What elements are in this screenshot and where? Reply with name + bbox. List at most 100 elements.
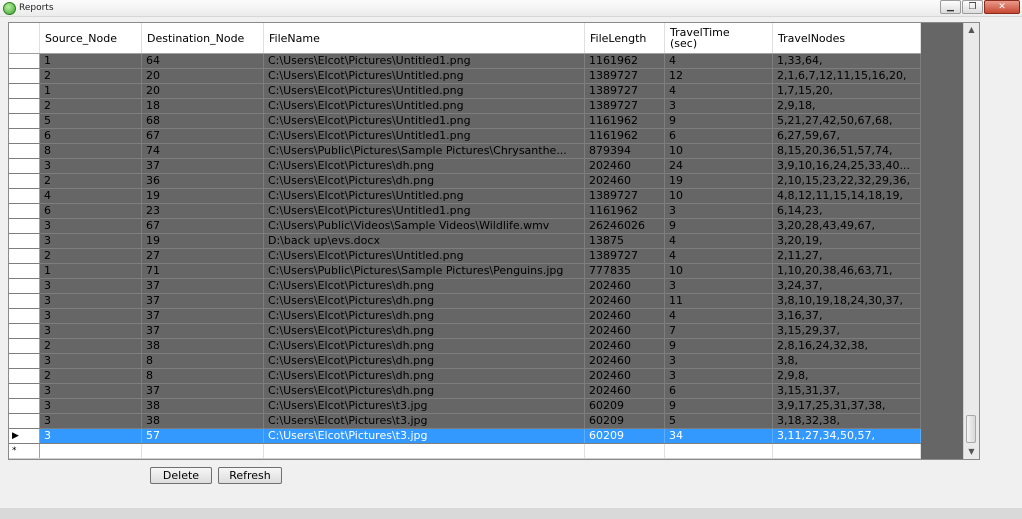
cell-travelnodes[interactable]: 4,8,12,11,15,14,18,19, [773,189,921,203]
cell-filelength[interactable]: 202460 [585,294,665,308]
cell-filename[interactable]: C:\Users\Elcot\Pictures\Untitled1.png [264,54,585,68]
table-row[interactable]: 8 74 C:\Users\Public\Pictures\Sample Pictu… [9,144,921,159]
cell-filelength[interactable]: 202460 [585,354,665,368]
cell-destination-node[interactable]: 20 [142,69,264,83]
row-header[interactable] [9,384,40,398]
cell-traveltime[interactable]: 6 [665,384,773,398]
cell-filename[interactable]: C:\Users\Public\Pictures\Sample Pictures… [264,144,585,158]
cell-source-node[interactable]: 1 [40,84,142,98]
cell-filename[interactable]: C:\Users\Elcot\Pictures\dh.png [264,384,585,398]
new-record-row[interactable]: * [9,444,921,459]
cell-filelength[interactable]: 202460 [585,324,665,338]
table-row[interactable]: 1 71 C:\Users\Public\Pictures\Sample Pictu… [9,264,921,279]
row-header[interactable] [9,144,40,158]
table-row[interactable]: 2 38 C:\Users\Elcot\Pictures\dh.png 202460 9… [9,339,921,354]
table-row[interactable]: 6 67 C:\Users\Elcot\Pictures\Untitled1.png… [9,129,921,144]
cell-traveltime[interactable]: 4 [665,84,773,98]
cell-traveltime[interactable]: 4 [665,249,773,263]
column-header-travelnodes[interactable]: TravelNodes [773,23,921,53]
row-header[interactable] [9,114,40,128]
cell-filelength[interactable]: 60209 [585,399,665,413]
cell-filename[interactable]: D:\back up\evs.docx [264,234,585,248]
cell-source-node[interactable]: 3 [40,384,142,398]
minimize-button[interactable]: ▁ [940,0,961,14]
cell-filename[interactable]: C:\Users\Elcot\Pictures\Untitled.png [264,69,585,83]
cell-traveltime[interactable]: 3 [665,99,773,113]
table-row[interactable]: 5 68 C:\Users\Elcot\Pictures\Untitled1.png… [9,114,921,129]
row-header[interactable] [9,204,40,218]
cell-source-node[interactable]: 4 [40,189,142,203]
cell-filelength[interactable]: 26246026 [585,219,665,233]
table-row[interactable]: 3 19 D:\back up\evs.docx 13875 4 3,20,19, [9,234,921,249]
row-header[interactable] [9,189,40,203]
table-row[interactable]: 4 19 C:\Users\Elcot\Pictures\Untitled.png 1… [9,189,921,204]
row-header[interactable] [9,324,40,338]
cell-source-node[interactable]: 3 [40,309,142,323]
row-header[interactable] [9,159,40,173]
cell-destination-node[interactable]: 8 [142,354,264,368]
cell-filelength[interactable]: 202460 [585,174,665,188]
cell-filename[interactable]: C:\Users\Elcot\Pictures\Untitled1.png [264,204,585,218]
cell-travelnodes[interactable]: 2,9,18, [773,99,921,113]
row-header-corner[interactable] [9,23,40,53]
cell-source-node[interactable]: 3 [40,234,142,248]
cell-destination-node[interactable]: 20 [142,84,264,98]
cell-travelnodes[interactable]: 6,14,23, [773,204,921,218]
cell-traveltime[interactable]: 5 [665,414,773,428]
cell-source-node[interactable]: 3 [40,294,142,308]
cell-filelength[interactable]: 1161962 [585,204,665,218]
new-row-cell[interactable] [264,444,585,458]
cell-traveltime[interactable]: 4 [665,309,773,323]
table-row[interactable]: 3 37 C:\Users\Elcot\Pictures\dh.png 202460 7… [9,324,921,339]
cell-traveltime[interactable]: 7 [665,324,773,338]
cell-travelnodes[interactable]: 2,8,16,24,32,38, [773,339,921,353]
cell-filename[interactable]: C:\Users\Elcot\Pictures\dh.png [264,174,585,188]
cell-filename[interactable]: C:\Users\Elcot\Pictures\Untitled1.png [264,129,585,143]
table-row[interactable]: 3 38 C:\Users\Elcot\Pictures\t3.jpg 60209 9 3… [9,399,921,414]
row-header[interactable] [9,399,40,413]
row-header[interactable] [9,369,40,383]
cell-travelnodes[interactable]: 2,10,15,23,22,32,29,36, [773,174,921,188]
cell-destination-node[interactable]: 37 [142,309,264,323]
cell-destination-node[interactable]: 57 [142,429,264,443]
cell-filelength[interactable]: 202460 [585,384,665,398]
row-header[interactable] [9,219,40,233]
cell-destination-node[interactable]: 8 [142,369,264,383]
cell-destination-node[interactable]: 37 [142,279,264,293]
cell-traveltime[interactable]: 6 [665,129,773,143]
cell-source-node[interactable]: 2 [40,99,142,113]
cell-filelength[interactable]: 1389727 [585,99,665,113]
cell-source-node[interactable]: 1 [40,264,142,278]
row-header[interactable] [9,69,40,83]
row-header[interactable] [9,234,40,248]
cell-traveltime[interactable]: 9 [665,399,773,413]
column-header-filename[interactable]: FileName [264,23,585,53]
cell-filename[interactable]: C:\Users\Elcot\Pictures\Untitled.png [264,189,585,203]
cell-traveltime[interactable]: 10 [665,264,773,278]
row-header[interactable] [9,54,40,68]
cell-travelnodes[interactable]: 5,21,27,42,50,67,68, [773,114,921,128]
cell-source-node[interactable]: 3 [40,324,142,338]
cell-travelnodes[interactable]: 2,1,6,7,12,11,15,16,20, [773,69,921,83]
cell-filelength[interactable]: 60209 [585,429,665,443]
reports-grid[interactable]: Source_Node Destination_Node FileName Fi… [8,22,980,460]
table-row[interactable]: 1 64 C:\Users\Elcot\Pictures\Untitled1.png… [9,54,921,69]
cell-source-node[interactable]: 2 [40,174,142,188]
cell-destination-node[interactable]: 23 [142,204,264,218]
new-row-cell[interactable] [773,444,921,458]
column-header-traveltime[interactable]: TravelTime (sec) [665,23,773,53]
table-row[interactable]: 1 20 C:\Users\Elcot\Pictures\Untitled.png 1… [9,84,921,99]
close-button[interactable]: ✕ [984,0,1020,14]
delete-button[interactable]: Delete [150,467,212,484]
new-row-cell[interactable] [40,444,142,458]
cell-filename[interactable]: C:\Users\Elcot\Pictures\dh.png [264,294,585,308]
cell-source-node[interactable]: 3 [40,429,142,443]
row-header[interactable] [9,294,40,308]
cell-destination-node[interactable]: 37 [142,294,264,308]
cell-source-node[interactable]: 3 [40,159,142,173]
cell-destination-node[interactable]: 67 [142,129,264,143]
cell-source-node[interactable]: 3 [40,279,142,293]
table-row[interactable]: 3 37 C:\Users\Elcot\Pictures\dh.png 202460 2… [9,159,921,174]
row-header[interactable] [9,309,40,323]
cell-filename[interactable]: C:\Users\Elcot\Pictures\dh.png [264,159,585,173]
